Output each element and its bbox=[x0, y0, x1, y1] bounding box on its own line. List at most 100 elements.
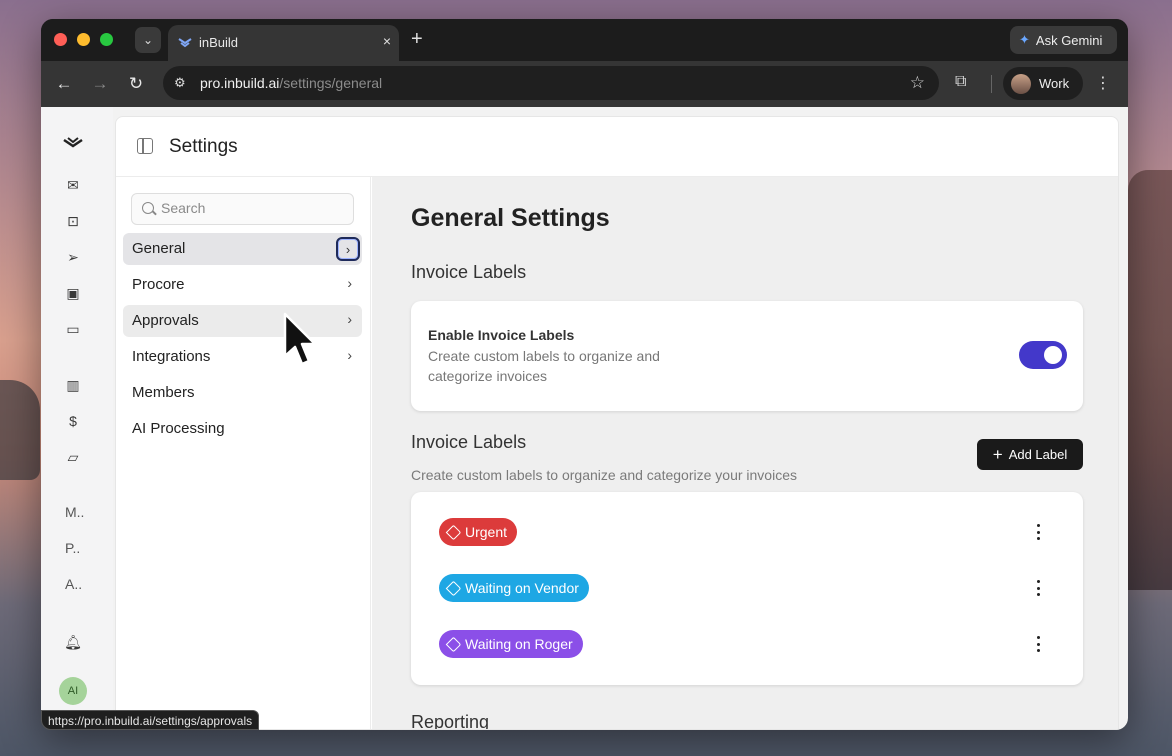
inbox-icon[interactable]: ⊡ bbox=[61, 209, 85, 233]
toolbar-divider bbox=[991, 75, 992, 93]
tab-title: inBuild bbox=[199, 35, 239, 50]
chevron-down-icon: ⌄ bbox=[142, 33, 154, 47]
toggle-description: Create custom labels to organize and cat… bbox=[428, 348, 660, 384]
add-label-text: Add Label bbox=[1008, 447, 1068, 462]
tab-strip: ⌄ inBuild × + ✦ Ask Gemini bbox=[41, 19, 1128, 61]
url-text: pro.inbuild.ai/settings/general bbox=[200, 75, 383, 91]
folder-icon[interactable]: ▱ bbox=[61, 445, 85, 469]
chart-icon[interactable]: ▥ bbox=[61, 373, 85, 397]
label-chip-waiting-roger[interactable]: Waiting on Roger bbox=[439, 630, 583, 658]
bell-icon[interactable]: 🔔︎ bbox=[61, 630, 85, 654]
tab-search-button[interactable]: ⌄ bbox=[135, 27, 161, 53]
settings-search[interactable] bbox=[131, 193, 354, 225]
enable-labels-toggle[interactable] bbox=[1019, 341, 1067, 369]
labels-section-title: Invoice Labels bbox=[411, 432, 527, 452]
forward-arrow-icon[interactable]: → bbox=[89, 73, 111, 95]
inbuild-favicon-icon bbox=[178, 38, 192, 48]
nav-item-label: Approvals bbox=[132, 312, 199, 329]
nav-item-approvals[interactable]: Approvals › bbox=[123, 305, 362, 337]
toggle-knob bbox=[1044, 346, 1062, 364]
labels-card: Urgent Waiting on Vendor Waiting on Roge… bbox=[411, 492, 1083, 685]
plus-icon: + bbox=[992, 445, 1003, 464]
label-chip-text: Waiting on Roger bbox=[465, 636, 573, 652]
reporting-section-title: Reporting bbox=[411, 712, 490, 730]
search-icon bbox=[142, 202, 154, 214]
link-status-bar: https://pro.inbuild.ai/settings/approval… bbox=[41, 710, 260, 730]
label-menu-icon[interactable] bbox=[1033, 580, 1043, 596]
mail-icon[interactable]: ✉ bbox=[61, 173, 85, 197]
card-icon[interactable]: ▭ bbox=[61, 317, 85, 341]
toggle-title: Enable Invoice Labels bbox=[428, 327, 575, 343]
browser-toolbar: ← → ↻ ⚙ pro.inbuild.ai/settings/general … bbox=[41, 61, 1128, 107]
reload-icon[interactable]: ↻ bbox=[125, 73, 147, 95]
add-label-button[interactable]: + Add Label bbox=[977, 439, 1083, 470]
nav-item-label: Members bbox=[132, 384, 195, 401]
search-input[interactable] bbox=[161, 200, 341, 216]
label-chip-urgent[interactable]: Urgent bbox=[439, 518, 518, 546]
chevron-right-icon[interactable]: › bbox=[336, 237, 360, 261]
nav-item-members[interactable]: Members bbox=[123, 377, 362, 409]
browser-tab[interactable]: inBuild × bbox=[168, 25, 399, 61]
desktop-rock bbox=[0, 380, 40, 480]
dollar-doc-icon[interactable]: $ bbox=[61, 409, 85, 433]
chevron-right-icon: › bbox=[347, 275, 352, 291]
nav-item-procore[interactable]: Procore › bbox=[123, 269, 362, 301]
tag-icon bbox=[445, 636, 462, 652]
bookmark-star-icon[interactable]: ☆ bbox=[910, 73, 925, 93]
archive-icon[interactable]: ▣ bbox=[61, 281, 85, 305]
nav-item-label: Integrations bbox=[132, 348, 211, 365]
close-window-button[interactable] bbox=[54, 33, 67, 46]
content-title: General Settings bbox=[411, 204, 610, 232]
address-bar[interactable]: ⚙ pro.inbuild.ai/settings/general ☆ bbox=[163, 66, 939, 100]
sidebar-toggle-icon[interactable] bbox=[137, 138, 153, 154]
tab-close-icon[interactable]: × bbox=[383, 33, 391, 49]
nav-item-ai-processing[interactable]: AI Processing bbox=[123, 413, 362, 445]
nav-item-label: General bbox=[132, 240, 186, 257]
app-rail: ✉ ⊡ ➢ ▣ ▭ ▥ $ ▱ M.. P.. A.. 🔔︎ AI bbox=[41, 107, 113, 730]
label-chip-text: Urgent bbox=[465, 524, 508, 540]
settings-nav: General › Procore › Approvals › Integrat… bbox=[116, 177, 371, 729]
settings-panel: Settings General › Procore › Approvals › bbox=[115, 116, 1119, 730]
rail-shortcut-3[interactable]: A.. bbox=[65, 576, 82, 592]
chevron-right-icon: › bbox=[347, 311, 352, 327]
page-title: Settings bbox=[169, 136, 238, 157]
profile-button[interactable]: Work bbox=[1003, 67, 1083, 100]
label-menu-icon[interactable] bbox=[1033, 636, 1043, 652]
label-menu-icon[interactable] bbox=[1033, 524, 1043, 540]
rail-shortcut-2[interactable]: P.. bbox=[65, 540, 80, 556]
nav-item-integrations[interactable]: Integrations › bbox=[123, 341, 362, 373]
chevron-right-icon: › bbox=[347, 347, 352, 363]
ask-gemini-button[interactable]: ✦ Ask Gemini bbox=[1010, 26, 1117, 54]
maximize-window-button[interactable] bbox=[100, 33, 113, 46]
toggle-card: Enable Invoice Labels Create custom labe… bbox=[411, 301, 1083, 411]
label-chip-waiting-vendor[interactable]: Waiting on Vendor bbox=[439, 574, 589, 602]
nav-item-general[interactable]: General › bbox=[123, 233, 362, 265]
profile-avatar bbox=[1011, 73, 1031, 94]
browser-window: ⌄ inBuild × + ✦ Ask Gemini ← → ↻ ⚙ pro.i… bbox=[41, 19, 1128, 730]
label-chip-text: Waiting on Vendor bbox=[465, 580, 579, 596]
nav-item-label: AI Processing bbox=[132, 420, 225, 437]
logo-icon[interactable] bbox=[61, 131, 85, 155]
ask-gemini-label: Ask Gemini bbox=[1035, 32, 1103, 48]
new-tab-button[interactable]: + bbox=[411, 28, 423, 50]
site-settings-icon[interactable]: ⚙ bbox=[174, 75, 186, 91]
back-arrow-icon[interactable]: ← bbox=[53, 73, 75, 95]
page-header: Settings bbox=[116, 117, 1118, 177]
mouse-pointer-icon bbox=[283, 312, 317, 366]
send-icon[interactable]: ➢ bbox=[61, 245, 85, 269]
tag-icon bbox=[445, 524, 462, 540]
nav-item-label: Procore bbox=[132, 276, 185, 293]
minimize-window-button[interactable] bbox=[77, 33, 90, 46]
desktop-cliff bbox=[1128, 170, 1172, 590]
web-page: ✉ ⊡ ➢ ▣ ▭ ▥ $ ▱ M.. P.. A.. 🔔︎ AI Settin… bbox=[41, 107, 1128, 730]
tag-icon bbox=[445, 580, 462, 596]
section-title: Invoice Labels bbox=[411, 262, 527, 282]
avatar[interactable]: AI bbox=[59, 677, 87, 705]
labels-section-description: Create custom labels to organize and cat… bbox=[411, 467, 797, 483]
extensions-puzzle-icon[interactable]: ⧉ bbox=[955, 73, 966, 91]
browser-menu-icon[interactable]: ⋮ bbox=[1095, 73, 1111, 93]
profile-label: Work bbox=[1039, 76, 1070, 91]
gemini-sparkle-icon: ✦ bbox=[1019, 32, 1030, 47]
settings-content: General Settings Invoice Labels Enable I… bbox=[372, 177, 1118, 730]
rail-shortcut-1[interactable]: M.. bbox=[65, 504, 84, 520]
